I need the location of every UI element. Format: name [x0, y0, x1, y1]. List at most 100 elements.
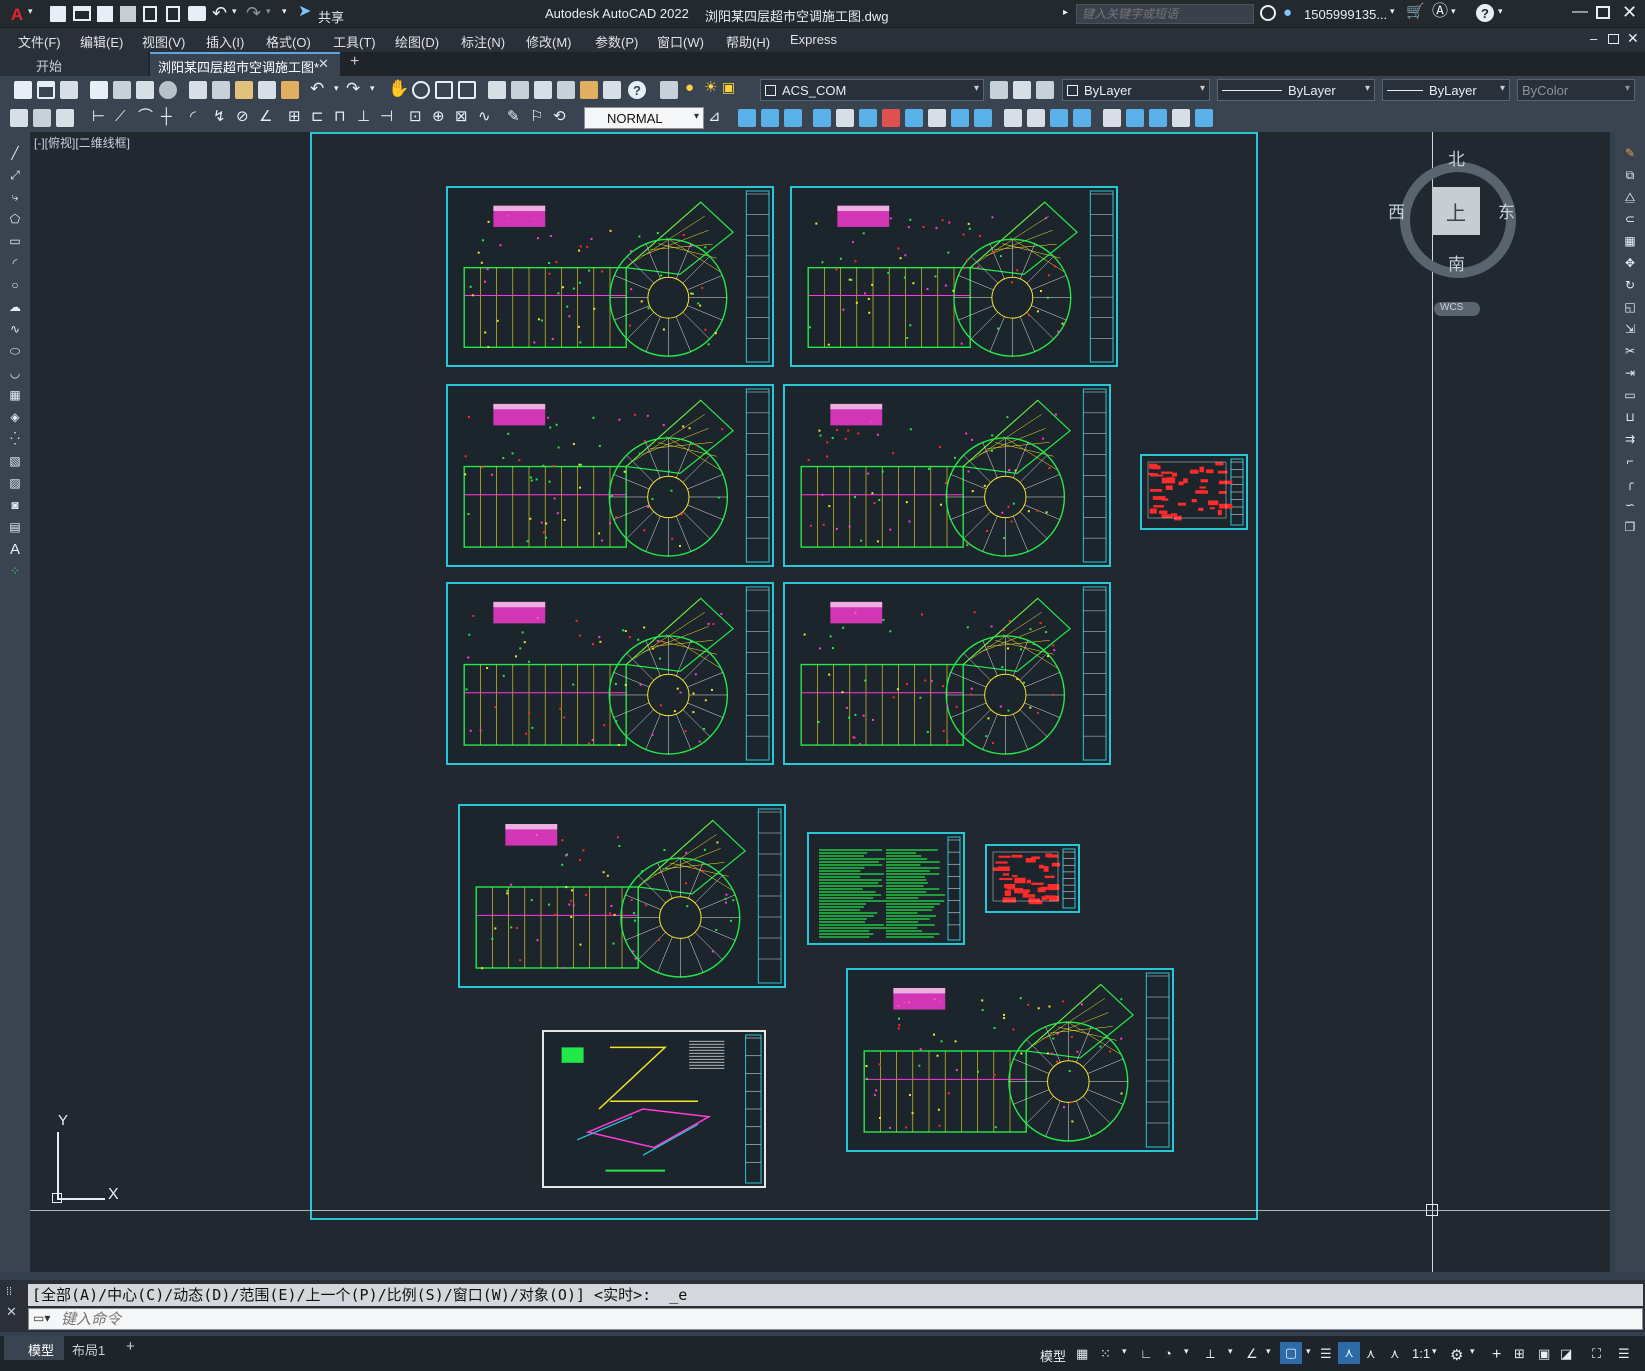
drawing-sheet[interactable] [846, 968, 1174, 1152]
viewport-controls-label[interactable]: [-][俯视][二维线框] [34, 134, 130, 151]
workspace-chevron-icon[interactable]: ▾ [1470, 1346, 1475, 1357]
linetype-dropdown[interactable]: ByLayer ▾ [1217, 79, 1375, 101]
menu-edit[interactable]: 编辑(E) [80, 32, 123, 51]
close-icon[interactable]: ✕ [1622, 3, 1637, 21]
properties-icon[interactable] [488, 81, 506, 99]
new-tab-button[interactable]: + [350, 53, 359, 71]
undo-list-icon[interactable]: ▾ [232, 7, 237, 16]
mirror-icon[interactable]: ⧋ [1621, 188, 1639, 206]
dim-edit-icon[interactable]: ✎ [507, 109, 520, 124]
undo-list-icon[interactable]: ▾ [334, 84, 339, 93]
add-layout-button[interactable]: + [126, 1338, 135, 1355]
spline-icon[interactable]: ∿ [6, 320, 24, 338]
app-menu-chevron-icon[interactable]: ▾ [28, 7, 33, 16]
drawing-sheet[interactable] [446, 582, 774, 765]
publish-icon[interactable] [136, 81, 154, 99]
redo-list-icon[interactable]: ▾ [370, 84, 375, 93]
save-icon[interactable] [60, 81, 78, 99]
offset-icon[interactable]: ⊂ [1621, 210, 1639, 228]
modify-j-icon[interactable] [951, 109, 969, 127]
a360-chevron-icon[interactable]: ▾ [1451, 7, 1456, 16]
save-icon[interactable] [97, 6, 113, 22]
undo-icon[interactable]: ↶ [212, 4, 227, 22]
line-icon[interactable]: ╱ [6, 144, 24, 162]
osnap-chevron-icon[interactable]: ▾ [1306, 1346, 1311, 1357]
modify-o-icon[interactable] [1073, 109, 1091, 127]
layer-state-icon[interactable] [1036, 81, 1054, 99]
drawing-canvas[interactable]: [-][俯视][二维线框] 上 北 南 东 西 WCS Y X [30, 132, 1610, 1272]
viewcube-south[interactable]: 南 [1448, 250, 1465, 275]
insert-block-icon[interactable]: ▦ [6, 386, 24, 404]
plot-icon[interactable] [90, 81, 108, 99]
move-icon[interactable]: ✥ [1621, 254, 1639, 272]
layer-dropdown[interactable]: ACS_COM ▾ [760, 79, 984, 101]
drawing-sheet[interactable] [1140, 454, 1248, 530]
revision-cloud-icon[interactable]: ☁ [6, 298, 24, 316]
tool-c-icon[interactable] [56, 109, 74, 127]
drawing-sheet[interactable] [458, 804, 786, 988]
save-web-icon[interactable] [166, 6, 180, 22]
tool-a-icon[interactable] [10, 109, 28, 127]
arc-icon[interactable]: ◜ [6, 254, 24, 272]
drawing-sheet[interactable] [790, 186, 1118, 367]
search-input[interactable] [1076, 4, 1254, 24]
open-web-icon[interactable] [143, 6, 157, 22]
layer-properties-icon[interactable] [660, 81, 678, 99]
modify-i-icon[interactable] [928, 109, 946, 127]
minimize-icon[interactable]: — [1572, 4, 1588, 20]
snap-chevron-icon[interactable]: ▾ [1122, 1346, 1127, 1357]
copy-icon[interactable] [212, 81, 230, 99]
table-icon[interactable]: ▤ [6, 518, 24, 536]
annotation-scale-icon[interactable]: ⋏ [1390, 1346, 1400, 1362]
help-icon[interactable]: ? [628, 81, 646, 99]
dim-text-edit-icon[interactable]: ⚐ [530, 109, 543, 124]
units-icon[interactable]: ⊞ [1514, 1346, 1525, 1362]
modify-m-icon[interactable] [1027, 109, 1045, 127]
array-icon[interactable]: ▦ [1621, 232, 1639, 250]
maximize-icon[interactable] [1596, 6, 1610, 19]
etransmit-icon[interactable] [159, 81, 177, 99]
menu-window[interactable]: 窗口(W) [657, 32, 704, 51]
polar-icon[interactable]: ◔ [1164, 1346, 1172, 1361]
command-input-box[interactable]: ▭▾ [28, 1308, 1643, 1330]
explode-icon[interactable]: ❒ [1621, 518, 1639, 536]
model-space-button[interactable]: 模型 [1040, 1346, 1066, 1365]
chamfer-icon[interactable]: ⌐ [1621, 452, 1639, 470]
modify-e-icon[interactable] [836, 109, 854, 127]
cmd-grip-icon[interactable]: ⁞⁞ [6, 1286, 12, 1298]
menu-tools[interactable]: 工具(T) [333, 32, 376, 51]
dim-radius-icon[interactable]: ◜ [190, 109, 196, 124]
help-icon[interactable]: ? [1476, 4, 1494, 22]
dim-arc-icon[interactable]: ⌒ [138, 109, 153, 124]
tab-start[interactable]: 开始 [0, 52, 148, 76]
construction-line-icon[interactable]: ⤢ [6, 166, 24, 184]
region-icon[interactable]: ◙ [6, 496, 24, 514]
modify-d-icon[interactable] [813, 109, 831, 127]
customize-qat-icon[interactable]: ▾ [282, 7, 287, 16]
blend-curves-icon[interactable]: ∽ [1621, 496, 1639, 514]
redo-list-icon[interactable]: ▾ [266, 7, 271, 16]
drawing-sheet[interactable] [985, 844, 1080, 913]
lineweight-dropdown[interactable]: ByLayer ▾ [1382, 79, 1510, 101]
open-icon[interactable] [73, 6, 91, 21]
drawing-sheet[interactable] [807, 832, 965, 945]
add-selected-icon[interactable]: ⁘ [6, 562, 24, 580]
doc-restore-icon[interactable] [1608, 34, 1619, 44]
user-name[interactable]: 1505999135... [1304, 7, 1387, 22]
stretch-icon[interactable]: ⇲ [1621, 320, 1639, 338]
saveas-icon[interactable] [120, 6, 136, 22]
modify-n-icon[interactable] [1050, 109, 1068, 127]
search-icon[interactable] [1260, 5, 1276, 21]
fillet-icon[interactable]: ╭ [1621, 474, 1639, 492]
join-icon[interactable]: ⇉ [1621, 430, 1639, 448]
isolate-objects-icon[interactable]: ◪ [1560, 1346, 1572, 1362]
modify-k-icon[interactable] [974, 109, 992, 127]
match-properties-icon[interactable] [258, 81, 276, 99]
annotation-scale-value[interactable]: 1:1 [1412, 1346, 1430, 1361]
jogged-linear-icon[interactable]: ∿ [478, 109, 491, 124]
dim-linear-icon[interactable]: ⊢ [92, 109, 105, 124]
inspection-icon[interactable]: ⊠ [455, 109, 468, 124]
dim-style-icon[interactable]: ⊿ [708, 109, 721, 124]
layer-freeze-icon[interactable]: ☀ [704, 80, 717, 95]
print-icon[interactable] [188, 6, 206, 21]
